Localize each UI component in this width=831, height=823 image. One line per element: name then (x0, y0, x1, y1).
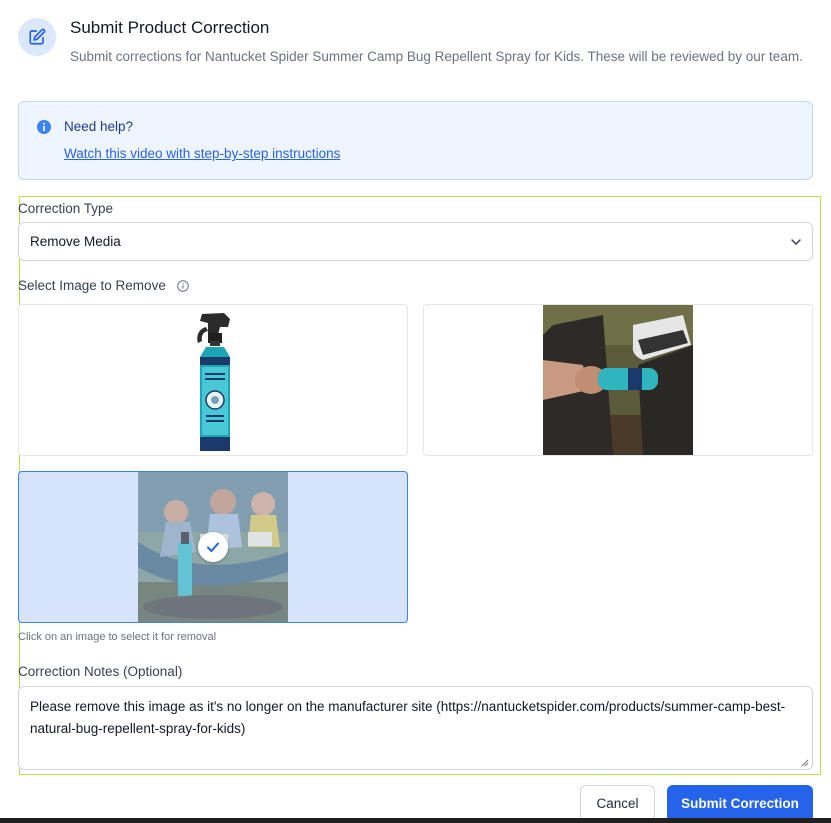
page-title: Submit Product Correction (70, 18, 270, 37)
page-description: Submit corrections for Nantucket Spider … (70, 49, 803, 64)
help-title: Need help? (64, 119, 134, 134)
correction-notes-textarea[interactable]: Please remove this image as it's no long… (18, 686, 813, 770)
select-image-label: Select Image to Remove (18, 278, 166, 293)
info-tooltip-icon[interactable] (177, 280, 189, 292)
edit-icon (18, 18, 56, 56)
submit-correction-button[interactable]: Submit Correction (667, 785, 813, 822)
resize-grip-icon[interactable] (801, 759, 809, 767)
correction-type-select[interactable]: Remove Media (18, 222, 813, 261)
correction-notes-label: Correction Notes (Optional) (18, 664, 183, 679)
image-option-2[interactable] (423, 304, 813, 456)
cancel-button[interactable]: Cancel (580, 785, 655, 822)
help-callout: Need help? Watch this video with step-by… (18, 101, 813, 180)
chevron-down-icon (791, 239, 801, 245)
selected-check-icon (198, 532, 228, 562)
correction-type-label: Correction Type (18, 201, 114, 216)
correction-type-value: Remove Media (30, 234, 121, 249)
bottom-edge-bar (0, 818, 831, 823)
image-selection-hint: Click on an image to select it for remov… (18, 631, 217, 643)
image-option-3[interactable] (18, 471, 408, 623)
image-option-1[interactable] (18, 304, 408, 456)
help-video-link[interactable]: Watch this video with step-by-step instr… (64, 146, 340, 161)
info-icon (37, 120, 51, 134)
hand-holding-bottle-image (543, 305, 693, 455)
product-bottle-image (138, 305, 288, 455)
